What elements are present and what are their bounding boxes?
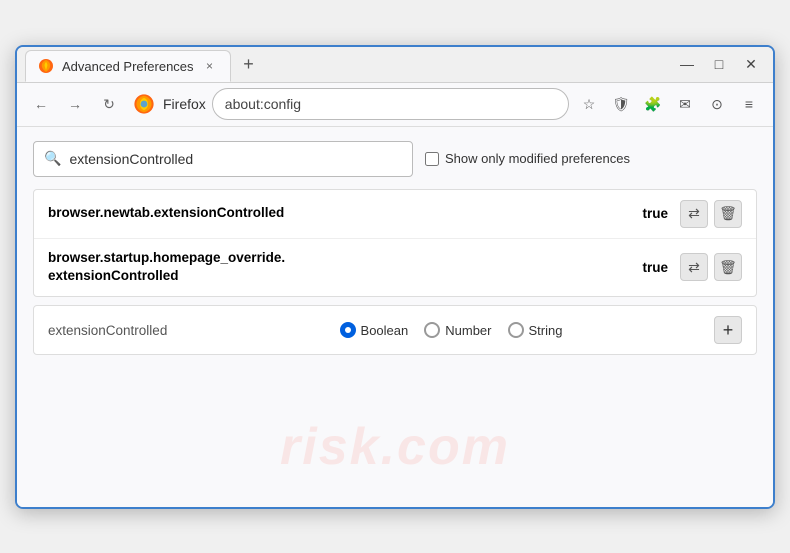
trash-icon-1: 🗑	[719, 205, 737, 222]
extension-icon[interactable]: 🧩	[639, 90, 667, 118]
window-controls: — □ ✕	[673, 50, 765, 78]
email-icon[interactable]: ✉	[671, 90, 699, 118]
tab-title: Advanced Preferences	[62, 59, 194, 74]
search-box[interactable]: 🔍	[33, 141, 413, 177]
shield-icon[interactable]: 🛡	[607, 90, 635, 118]
title-bar: Advanced Preferences × + — □ ✕	[17, 47, 773, 83]
radio-boolean-label: Boolean	[361, 323, 409, 338]
reset-icon-2: ⇄	[688, 259, 700, 276]
trash-icon-2: 🗑	[719, 259, 737, 276]
active-tab[interactable]: Advanced Preferences ×	[25, 50, 231, 82]
pref-name-2: browser.startup.homepage_override. exten…	[48, 249, 622, 287]
address-text: about:config	[225, 96, 301, 112]
nav-icons: ☆ 🛡 🧩 ✉ ⊙ ≡	[575, 90, 763, 118]
radio-number-label: Number	[445, 323, 491, 338]
radio-group: Boolean Number String	[204, 322, 698, 338]
table-row: browser.newtab.extensionControlled true …	[34, 190, 756, 239]
forward-btn[interactable]: →	[61, 90, 89, 118]
minimize-btn[interactable]: —	[673, 50, 701, 78]
new-tab-btn[interactable]: +	[235, 50, 263, 78]
browser-window: Advanced Preferences × + — □ ✕ ← → ↻ Fir…	[15, 45, 775, 509]
pref-name-1: browser.newtab.extensionControlled	[48, 204, 622, 223]
firefox-logo-icon	[133, 93, 155, 115]
back-btn[interactable]: ←	[27, 90, 55, 118]
results-table: browser.newtab.extensionControlled true …	[33, 189, 757, 298]
account-icon[interactable]: ⊙	[703, 90, 731, 118]
pref-value-2: true	[642, 260, 668, 275]
bookmark-icon[interactable]: ☆	[575, 90, 603, 118]
add-pref-btn[interactable]: +	[714, 316, 742, 344]
menu-icon[interactable]: ≡	[735, 90, 763, 118]
tab-close-btn[interactable]: ×	[202, 58, 218, 74]
table-row: browser.startup.homepage_override. exten…	[34, 239, 756, 297]
radio-string[interactable]: String	[508, 322, 563, 338]
radio-number[interactable]: Number	[424, 322, 491, 338]
radio-number-circle[interactable]	[424, 322, 440, 338]
refresh-btn[interactable]: ↻	[95, 90, 123, 118]
pref-value-1: true	[642, 206, 668, 221]
show-modified-text: Show only modified preferences	[445, 151, 630, 166]
watermark: risk.com	[280, 417, 510, 477]
new-pref-name: extensionControlled	[48, 323, 188, 338]
restore-btn[interactable]: □	[705, 50, 733, 78]
row-actions-1: ⇄ 🗑	[680, 200, 742, 228]
browser-name: Firefox	[163, 96, 206, 112]
show-modified-label[interactable]: Show only modified preferences	[425, 151, 630, 166]
content-area: 🔍 Show only modified preferences browser…	[17, 127, 773, 507]
radio-boolean-circle[interactable]	[340, 322, 356, 338]
delete-btn-1[interactable]: 🗑	[714, 200, 742, 228]
radio-string-circle[interactable]	[508, 322, 524, 338]
reset-btn-1[interactable]: ⇄	[680, 200, 708, 228]
search-input[interactable]	[69, 151, 402, 167]
plus-icon: +	[723, 320, 734, 341]
new-pref-row: extensionControlled Boolean Number Strin…	[33, 305, 757, 355]
search-icon: 🔍	[44, 150, 61, 167]
search-row: 🔍 Show only modified preferences	[33, 141, 757, 177]
reset-icon-1: ⇄	[688, 205, 700, 222]
radio-boolean[interactable]: Boolean	[340, 322, 409, 338]
nav-bar: ← → ↻ Firefox about:config ☆ 🛡 🧩 ✉ ⊙ ≡	[17, 83, 773, 127]
close-btn[interactable]: ✕	[737, 50, 765, 78]
row-actions-2: ⇄ 🗑	[680, 253, 742, 281]
radio-string-label: String	[529, 323, 563, 338]
show-modified-checkbox[interactable]	[425, 152, 439, 166]
reset-btn-2[interactable]: ⇄	[680, 253, 708, 281]
delete-btn-2[interactable]: 🗑	[714, 253, 742, 281]
address-bar[interactable]: about:config	[212, 88, 569, 120]
tab-favicon	[38, 58, 54, 74]
